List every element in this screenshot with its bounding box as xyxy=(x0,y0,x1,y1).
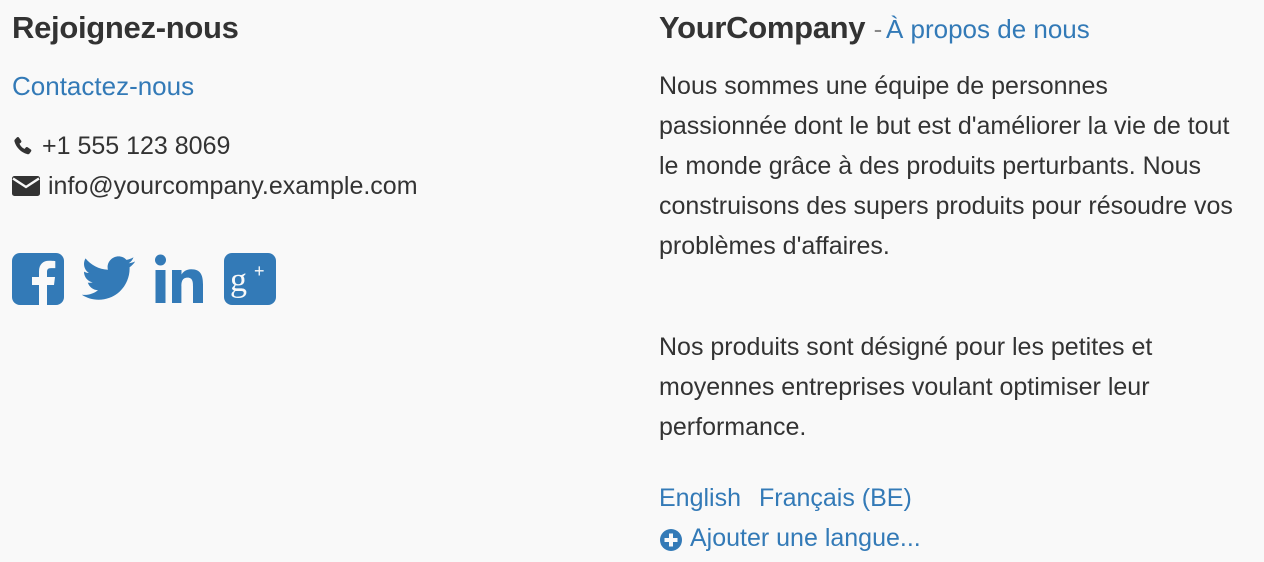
join-us-heading: Rejoignez-nous xyxy=(12,10,239,45)
facebook-link[interactable] xyxy=(12,253,64,305)
phone-line: +1 555 123 8069 xyxy=(12,131,230,161)
about-paragraph-2: Nos produits sont désigné pour les petit… xyxy=(659,333,1153,441)
twitter-link[interactable] xyxy=(82,253,136,305)
twitter-icon xyxy=(82,256,136,302)
email-line: info@yourcompany.example.com xyxy=(12,171,418,201)
envelope-icon xyxy=(12,174,40,198)
heading-separator: - xyxy=(873,14,883,44)
contact-us-link[interactable]: Contactez-nous xyxy=(12,70,194,102)
social-links: g + xyxy=(12,253,294,305)
company-heading: YourCompany -À propos de nous xyxy=(659,10,1090,47)
facebook-icon xyxy=(12,253,64,305)
linkedin-link[interactable] xyxy=(154,253,206,305)
google-plus-icon: g + xyxy=(224,253,276,305)
add-language-label: Ajouter une langue... xyxy=(690,524,921,552)
phone-number: +1 555 123 8069 xyxy=(42,132,231,160)
language-french-be[interactable]: Français (BE) xyxy=(759,484,912,512)
add-language-link[interactable]: Ajouter une langue... xyxy=(659,520,921,556)
about-us-link[interactable]: À propos de nous xyxy=(886,14,1090,44)
phone-icon xyxy=(12,134,34,158)
language-selector: English Français (BE) xyxy=(659,480,930,516)
google-plus-link[interactable]: g + xyxy=(224,253,276,305)
company-name: YourCompany xyxy=(659,10,866,45)
svg-text:+: + xyxy=(254,261,265,281)
plus-circle-icon xyxy=(659,526,683,551)
email-address: info@yourcompany.example.com xyxy=(48,172,418,200)
svg-text:g: g xyxy=(230,262,247,299)
language-english[interactable]: English xyxy=(659,484,741,512)
about-paragraph-1: Nous sommes une équipe de personnes pass… xyxy=(659,72,1233,260)
linkedin-icon xyxy=(154,253,206,305)
